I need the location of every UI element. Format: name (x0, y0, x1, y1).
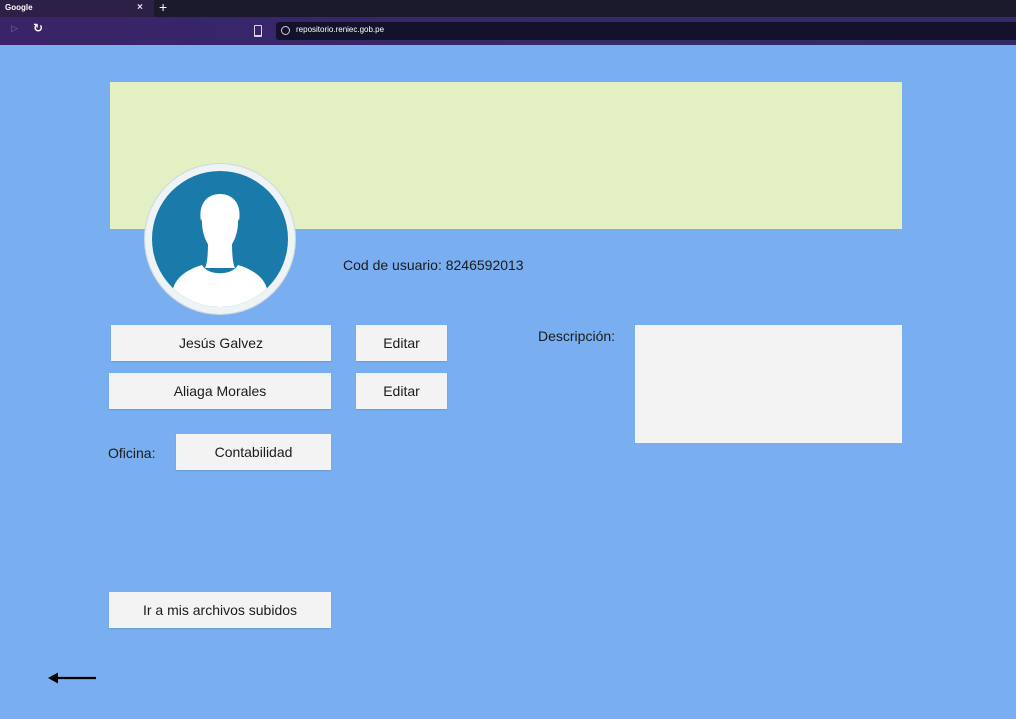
user-code: Cod de usuario: 8246592013 (343, 257, 524, 273)
browser-toolbar: ▷ ↻ repositorio.reniec.gob.pe (0, 17, 1016, 45)
tab-bar: Google × + (0, 0, 1016, 17)
forward-arrow-icon[interactable]: ▷ (11, 23, 18, 34)
url-text: repositorio.reniec.gob.pe (296, 25, 385, 34)
uploaded-files-button[interactable]: Ir a mis archivos subidos (109, 592, 331, 628)
address-bar[interactable]: repositorio.reniec.gob.pe (276, 22, 1016, 40)
bookmark-icon[interactable] (254, 25, 262, 37)
browser-tab[interactable]: Google × (0, 0, 154, 17)
tab-title: Google (5, 3, 33, 12)
first-name-field: Jesús Galvez (111, 325, 331, 361)
user-silhouette-icon (152, 171, 288, 307)
edit-last-name-button[interactable]: Editar (356, 373, 447, 409)
close-tab-icon[interactable]: × (137, 1, 143, 15)
reload-icon[interactable]: ↻ (33, 21, 43, 35)
description-field[interactable] (635, 325, 902, 443)
avatar (145, 164, 295, 314)
office-label: Oficina: (108, 445, 156, 461)
office-field: Contabilidad (176, 434, 331, 470)
site-info-icon[interactable] (281, 26, 290, 35)
edit-first-name-button[interactable]: Editar (356, 325, 447, 361)
description-label: Descripción: (538, 328, 616, 344)
new-tab-icon[interactable]: + (159, 0, 167, 16)
back-arrow-icon[interactable] (47, 670, 97, 686)
last-name-field: Aliaga Morales (109, 373, 331, 409)
